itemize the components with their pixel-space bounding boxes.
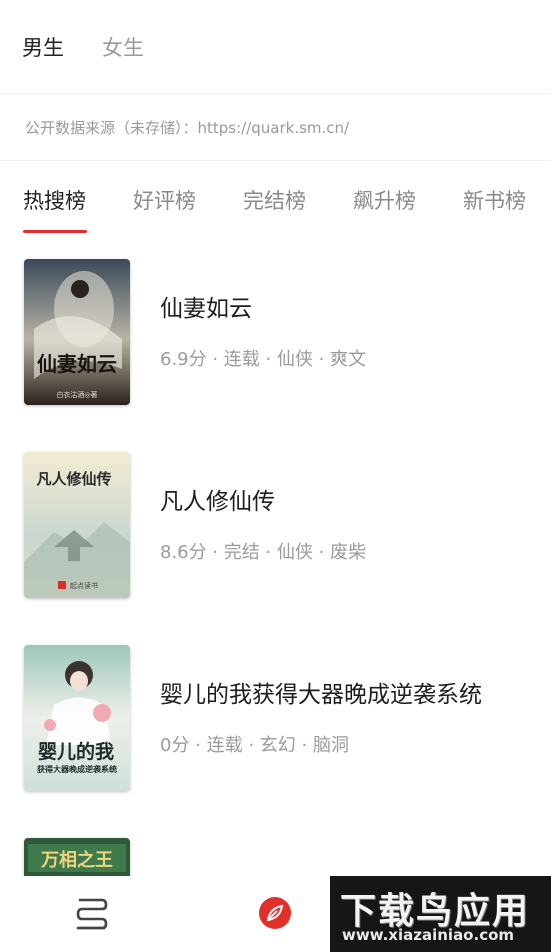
book-cover: 凡人修仙传 起点读书 <box>24 452 130 598</box>
data-source-notice: 公开数据来源（未存储）：https://quark.sm.cn/ <box>0 94 551 161</box>
active-tab-indicator <box>23 230 87 233</box>
book-cover: 婴儿的我 获得大器晚成逆袭系统 <box>24 645 130 791</box>
book-meta: 6.9分 · 连载 · 仙侠 · 爽文 <box>160 349 367 370</box>
cover-author-text: 白衣沽酒◎著 <box>56 390 97 399</box>
book-title: 婴儿的我获得大器晚成逆袭系统 <box>160 682 482 708</box>
cover-title-text: 婴儿的我 <box>38 740 114 763</box>
tab-male[interactable]: 男生 <box>22 32 64 62</box>
book-meta: 0分 · 连载 · 玄幻 · 脑洞 <box>160 735 349 756</box>
cover-badge-text: 起点读书 <box>70 581 98 590</box>
cover-title-text: 万相之王 <box>40 849 113 871</box>
watermark-url: www.xiazainiao.com <box>342 926 515 944</box>
cover-title-text: 凡人修仙传 <box>36 470 111 488</box>
watermark-banner: 下载鸟应用 www.xiazainiao.com <box>330 876 551 952</box>
book-cover: 仙妻如云 白衣沽酒◎著 <box>24 259 130 405</box>
gender-switch: 男生 女生 <box>0 0 551 94</box>
book-item[interactable]: 婴儿的我 获得大器晚成逆袭系统 婴儿的我获得大器晚成逆袭系统 0分 · 连载 ·… <box>0 645 551 795</box>
tab-female[interactable]: 女生 <box>102 32 144 62</box>
cover-title-text: 仙妻如云 <box>37 352 117 376</box>
ranking-tabs: 热搜榜 好评榜 完结榜 飙升榜 新书榜 <box>0 161 551 237</box>
book-title: 凡人修仙传 <box>160 489 275 515</box>
tab-top-rated[interactable]: 好评榜 <box>133 185 196 215</box>
book-item[interactable]: 凡人修仙传 起点读书 凡人修仙传 8.6分 · 完结 · 仙侠 · 废柴 <box>0 452 551 602</box>
tab-completed[interactable]: 完结榜 <box>243 185 306 215</box>
tab-hot-search[interactable]: 热搜榜 <box>23 185 86 215</box>
cover-subtitle-text: 获得大器晚成逆袭系统 <box>36 764 117 774</box>
bookshelf-icon[interactable] <box>74 896 110 936</box>
compass-leaf-icon[interactable] <box>258 896 292 934</box>
tab-rising[interactable]: 飙升榜 <box>353 185 416 215</box>
book-meta: 8.6分 · 完结 · 仙侠 · 废柴 <box>160 542 367 563</box>
tab-new-books[interactable]: 新书榜 <box>463 185 526 215</box>
book-title: 仙妻如云 <box>160 296 252 322</box>
book-item[interactable]: 仙妻如云 白衣沽酒◎著 仙妻如云 6.9分 · 连载 · 仙侠 · 爽文 <box>0 259 551 409</box>
